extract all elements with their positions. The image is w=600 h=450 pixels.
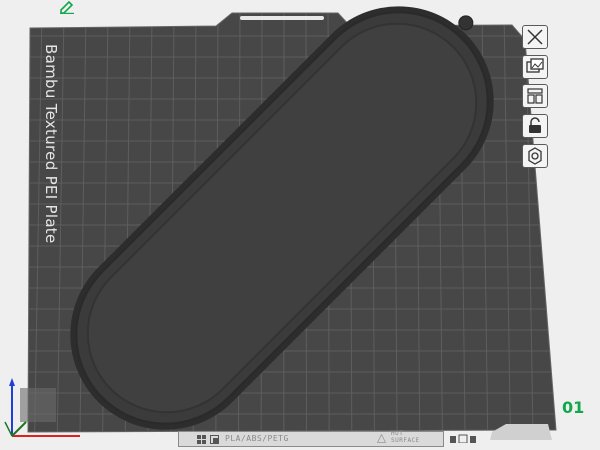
- image-icon: [526, 58, 544, 73]
- plate-info-bar: PLA/ABS/PETG HOT SURFACE: [178, 431, 476, 447]
- axis-gizmo: [4, 378, 80, 437]
- plate-notch-highlight: [240, 16, 324, 20]
- plate-type-icon: [210, 435, 219, 444]
- gear-icon: [528, 147, 542, 165]
- warning-icon: [377, 434, 386, 443]
- lock-button[interactable]: [522, 114, 548, 138]
- grid-icon: [197, 435, 206, 444]
- filament-types-label: PLA/ABS/PETG: [225, 434, 289, 443]
- arrange-button[interactable]: [522, 84, 548, 108]
- settings-button[interactable]: [522, 144, 548, 168]
- lock-icon: [529, 117, 541, 133]
- plate-symbols-icon: [450, 434, 476, 443]
- close-icon: [527, 29, 543, 45]
- plate-number: 01: [562, 398, 585, 417]
- close-button[interactable]: [522, 25, 548, 49]
- plate-viewport[interactable]: [0, 0, 600, 450]
- edit-icon[interactable]: [58, 0, 76, 14]
- hot-surface-line2: SURFACE: [391, 437, 420, 444]
- pick-image-button[interactable]: [522, 55, 548, 79]
- plate-brand-label: Bambu Textured PEI Plate: [42, 44, 60, 244]
- arrange-icon: [527, 88, 543, 104]
